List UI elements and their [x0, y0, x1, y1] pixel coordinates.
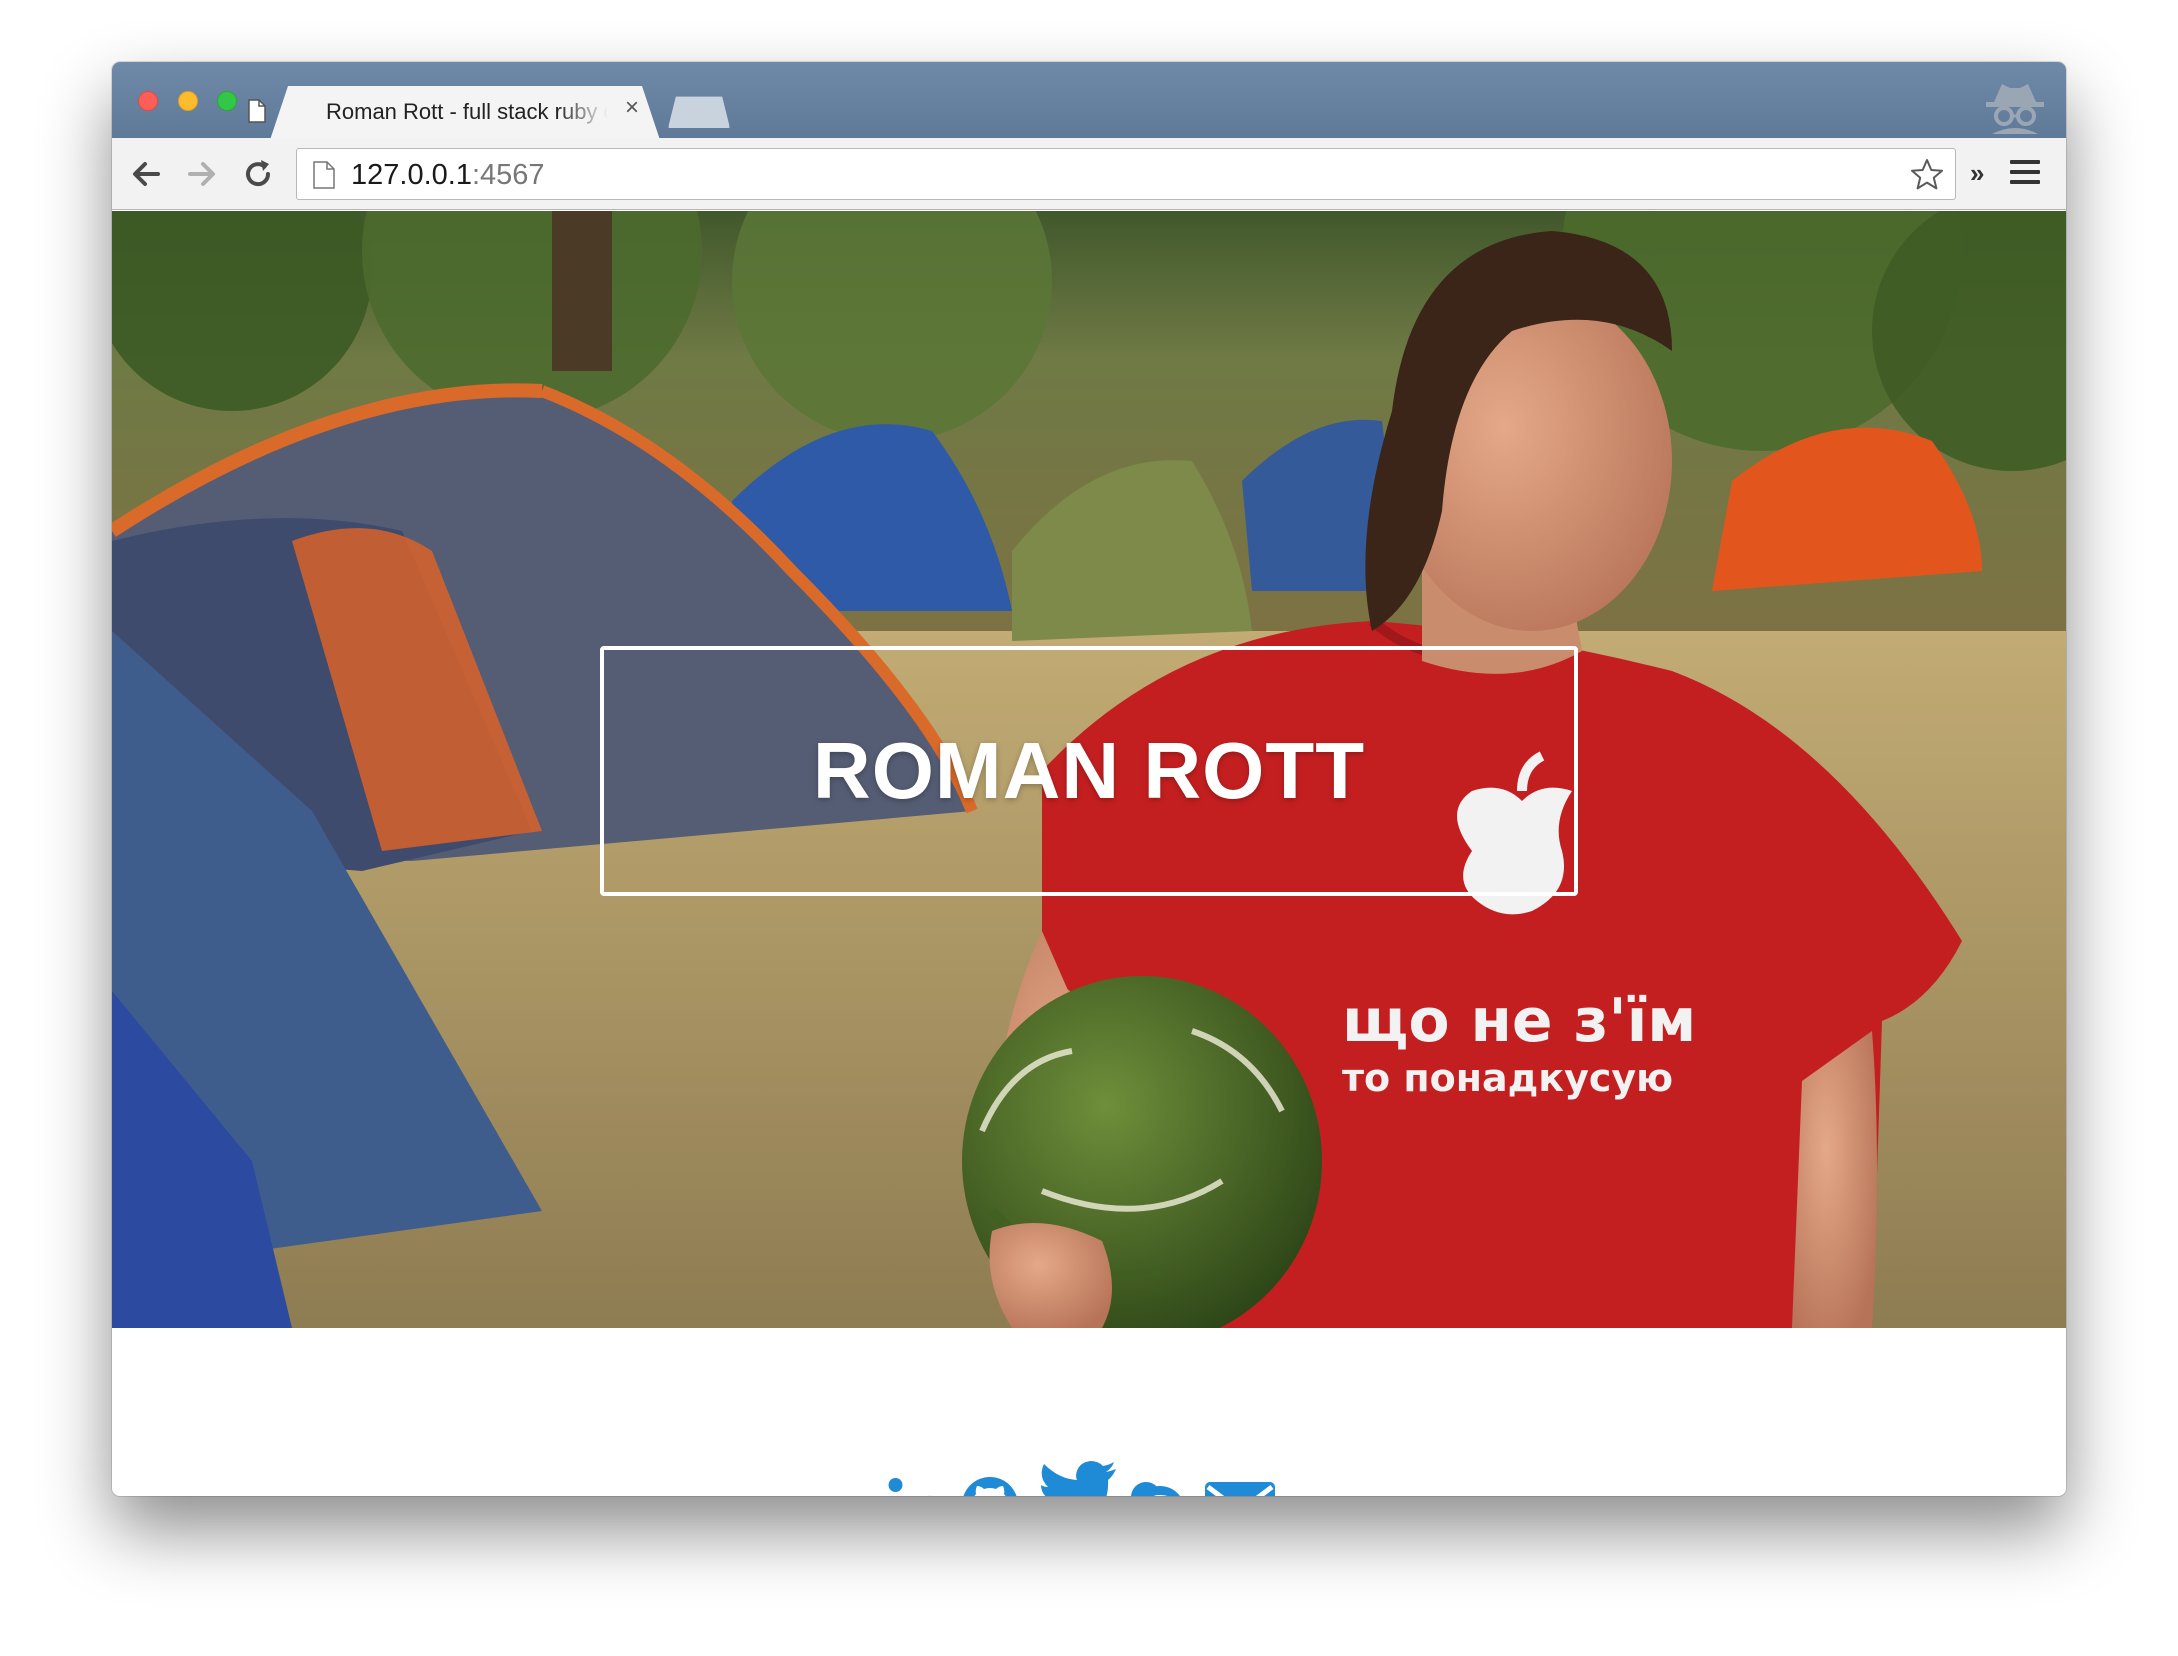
back-arrow-icon[interactable] [128, 156, 164, 192]
address-bar[interactable]: 127.0.0.1:4567 [296, 148, 1956, 200]
page-icon [313, 161, 335, 189]
new-tab-button[interactable] [668, 96, 730, 128]
extensions-overflow-button[interactable]: » [1970, 158, 1984, 188]
incognito-icon [1986, 84, 2044, 134]
twitter-icon[interactable] [1034, 1461, 1118, 1496]
svg-text:S: S [1146, 1489, 1175, 1496]
menu-icon[interactable] [2010, 160, 2040, 186]
forward-arrow-icon[interactable] [184, 156, 220, 192]
linkedin-icon[interactable] [888, 1477, 946, 1496]
browser-window: Roman Rott - full stack ruby developer × [112, 62, 2066, 1496]
hero-photo: що не з'їм то понадкусую ROMAN ROTT [112, 211, 2066, 1328]
bookmark-star-icon[interactable] [1909, 157, 1945, 193]
minimize-window-button[interactable] [178, 91, 198, 111]
page-icon [248, 99, 266, 123]
name-frame: ROMAN ROTT [600, 646, 1578, 896]
tab-close-icon[interactable]: × [620, 96, 644, 120]
zoom-window-button[interactable] [217, 91, 237, 111]
social-links: S [112, 1461, 2066, 1496]
svg-text:то понадкусую: то понадкусую [1342, 1056, 1673, 1100]
url-port: :4567 [471, 159, 545, 191]
tab-strip: Roman Rott - full stack ruby developer × [112, 62, 2066, 140]
hero-name: ROMAN ROTT [812, 726, 1366, 815]
reload-icon[interactable] [240, 156, 276, 192]
github-icon[interactable] [960, 1475, 1020, 1496]
browser-toolbar: 127.0.0.1:4567 » [112, 138, 2066, 210]
email-icon[interactable] [1204, 1481, 1276, 1496]
url-host: 127.0.0.1 [351, 159, 472, 191]
skype-icon[interactable]: S [1130, 1481, 1190, 1496]
url-text[interactable]: 127.0.0.1:4567 [351, 159, 545, 191]
svg-text:що не з'їм: що не з'їм [1342, 986, 1696, 1056]
tab-title[interactable]: Roman Rott - full stack ruby developer [326, 99, 608, 127]
close-window-button[interactable] [138, 91, 158, 111]
page-viewport: що не з'їм то понадкусую ROMAN ROTT S [112, 211, 2066, 1496]
